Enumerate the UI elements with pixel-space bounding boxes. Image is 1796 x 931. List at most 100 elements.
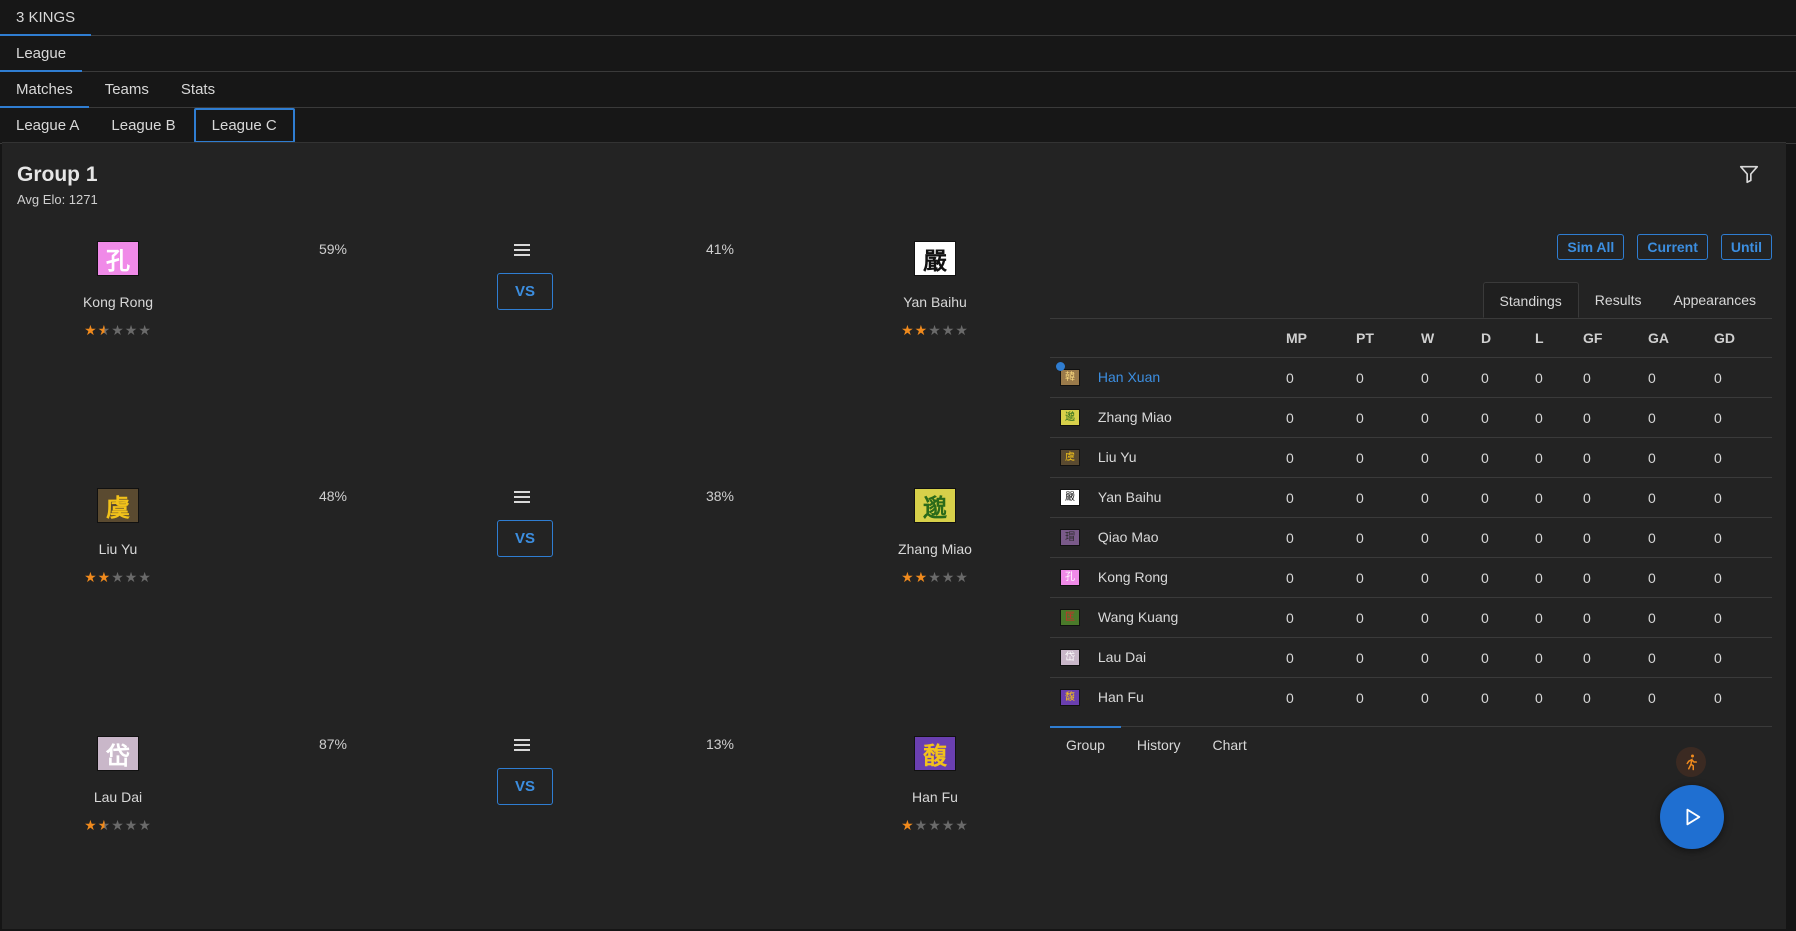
away-team[interactable]: 邈 Zhang Miao ★★★★★ bbox=[845, 488, 1025, 586]
table-row[interactable]: 嚴 Yan Baihu 00000000 bbox=[1050, 477, 1772, 518]
column-header[interactable]: L bbox=[1535, 319, 1583, 358]
until-button[interactable]: Until bbox=[1720, 234, 1772, 260]
play-button[interactable] bbox=[1660, 785, 1724, 849]
rating-stars: ★★★★★ bbox=[28, 569, 208, 586]
tab-appearances[interactable]: Appearances bbox=[1657, 282, 1772, 318]
stat-cell: 0 bbox=[1583, 397, 1648, 438]
menu-icon[interactable] bbox=[514, 243, 530, 257]
tab-stats[interactable]: Stats bbox=[165, 72, 231, 107]
tab-matches[interactable]: Matches bbox=[0, 72, 89, 108]
stat-cell: 0 bbox=[1481, 557, 1535, 598]
stat-cell: 0 bbox=[1648, 677, 1714, 717]
stat-cell: 0 bbox=[1286, 677, 1356, 717]
star-icon: ★ bbox=[138, 322, 152, 338]
sim-all-button[interactable]: Sim All bbox=[1557, 234, 1625, 260]
column-header[interactable]: W bbox=[1421, 319, 1481, 358]
star-icon: ★ bbox=[124, 569, 139, 585]
current-button[interactable]: Current bbox=[1637, 234, 1708, 260]
star-icon: ★ bbox=[941, 817, 956, 833]
column-header[interactable]: MP bbox=[1286, 319, 1356, 358]
vs-button[interactable]: VS bbox=[497, 520, 553, 557]
table-row[interactable]: 邈 Zhang Miao 00000000 bbox=[1050, 397, 1772, 438]
tab-chart[interactable]: Chart bbox=[1196, 727, 1262, 763]
vs-button[interactable]: VS bbox=[497, 768, 553, 805]
star-icon: ★ bbox=[84, 322, 98, 338]
rating-stars: ★★★★★ bbox=[845, 322, 1025, 339]
rating-stars: ★★★★★ bbox=[28, 322, 208, 339]
column-header[interactable]: GA bbox=[1648, 319, 1714, 358]
team-emblem: 虞 bbox=[97, 488, 139, 523]
tab-league-b[interactable]: League B bbox=[95, 108, 191, 143]
stat-cell: 0 bbox=[1535, 437, 1583, 478]
tab-league-a[interactable]: League A bbox=[0, 108, 95, 143]
stat-cell: 0 bbox=[1714, 477, 1772, 518]
menu-icon[interactable] bbox=[514, 738, 530, 752]
column-header[interactable]: D bbox=[1481, 319, 1535, 358]
table-row[interactable]: 孔 Kong Rong 00000000 bbox=[1050, 557, 1772, 598]
column-header[interactable]: GF bbox=[1583, 319, 1648, 358]
status-dot bbox=[1056, 362, 1065, 371]
stat-cell: 0 bbox=[1583, 357, 1648, 398]
tab-teams[interactable]: Teams bbox=[89, 72, 165, 107]
stat-cell: 0 bbox=[1714, 557, 1772, 598]
star-icon: ★ bbox=[111, 817, 125, 833]
away-team[interactable]: 馥 Han Fu ★★★★★ bbox=[845, 736, 1025, 834]
vs-button[interactable]: VS bbox=[497, 273, 553, 310]
home-team[interactable]: 虞 Liu Yu ★★★★★ bbox=[28, 488, 208, 586]
match-row: 岱 Lau Dai ★★★★★ 87% VS 13% 馥 Han Fu ★★★★… bbox=[2, 728, 1002, 868]
home-team[interactable]: 孔 Kong Rong ★★★★★ bbox=[28, 241, 208, 339]
away-win-pct: 41% bbox=[705, 241, 735, 257]
stat-cell: 0 bbox=[1648, 437, 1714, 478]
table-row[interactable]: 瑁 Qiao Mao 00000000 bbox=[1050, 517, 1772, 558]
stat-cell: 0 bbox=[1583, 677, 1648, 717]
table-row[interactable]: 韓 Han Xuan 00000000 bbox=[1050, 357, 1772, 398]
team-name: Han Fu bbox=[1097, 688, 1144, 705]
table-row[interactable]: 岱 Lau Dai 00000000 bbox=[1050, 637, 1772, 678]
away-win-pct: 38% bbox=[705, 488, 735, 504]
star-icon: ★ bbox=[901, 569, 915, 585]
stat-cell: 0 bbox=[1714, 517, 1772, 558]
menu-icon[interactable] bbox=[514, 490, 530, 504]
team-name: Kong Rong bbox=[82, 294, 154, 310]
stat-cell: 0 bbox=[1535, 677, 1583, 717]
team-name[interactable]: Han Xuan bbox=[1098, 369, 1160, 385]
match-row: 孔 Kong Rong ★★★★★ 59% VS 41% 嚴 Yan Baihu… bbox=[2, 233, 1002, 373]
stat-cell: 0 bbox=[1535, 357, 1583, 398]
stat-cell: 0 bbox=[1286, 477, 1356, 518]
stat-cell: 0 bbox=[1535, 517, 1583, 558]
team-name: Kong Rong bbox=[1097, 568, 1168, 585]
group-title: Group 1 bbox=[17, 163, 98, 186]
star-icon: ★ bbox=[138, 817, 152, 833]
column-header[interactable]: PT bbox=[1356, 319, 1421, 358]
star-icon: ★ bbox=[111, 569, 125, 585]
tab-history[interactable]: History bbox=[1121, 727, 1197, 763]
stat-cell: 0 bbox=[1356, 517, 1421, 558]
table-row[interactable]: 匡 Wang Kuang 00000000 bbox=[1050, 597, 1772, 638]
stat-cell: 0 bbox=[1583, 557, 1648, 598]
tab-standings[interactable]: Standings bbox=[1482, 282, 1579, 318]
app-title[interactable]: 3 KINGS bbox=[0, 0, 92, 36]
tab-league[interactable]: League bbox=[0, 36, 83, 72]
table-row[interactable]: 馥 Han Fu 00000000 bbox=[1050, 677, 1772, 717]
star-icon: ★ bbox=[928, 817, 942, 833]
stat-cell: 0 bbox=[1481, 677, 1535, 717]
runner-icon[interactable] bbox=[1676, 747, 1706, 777]
tab-group[interactable]: Group bbox=[1050, 726, 1121, 763]
team-name: Zhang Miao bbox=[1097, 408, 1172, 425]
table-row[interactable]: 虞 Liu Yu 00000000 bbox=[1050, 437, 1772, 478]
team-name: Han Fu bbox=[912, 789, 958, 805]
star-icon: ★ bbox=[928, 322, 942, 338]
tab-league-c[interactable]: League C bbox=[193, 108, 295, 143]
filter-icon[interactable] bbox=[1738, 163, 1760, 185]
stat-cell: 0 bbox=[1648, 477, 1714, 518]
away-team[interactable]: 嚴 Yan Baihu ★★★★★ bbox=[845, 241, 1025, 339]
stat-cell: 0 bbox=[1286, 637, 1356, 678]
tab-results[interactable]: Results bbox=[1579, 282, 1658, 318]
star-icon: ★ bbox=[914, 569, 929, 585]
column-header[interactable]: GD bbox=[1714, 319, 1772, 358]
team-emblem: 孔 bbox=[1060, 569, 1080, 587]
home-team[interactable]: 岱 Lau Dai ★★★★★ bbox=[28, 736, 208, 834]
stat-cell: 0 bbox=[1356, 677, 1421, 717]
stat-cell: 0 bbox=[1714, 437, 1772, 478]
stat-cell: 0 bbox=[1421, 557, 1481, 598]
